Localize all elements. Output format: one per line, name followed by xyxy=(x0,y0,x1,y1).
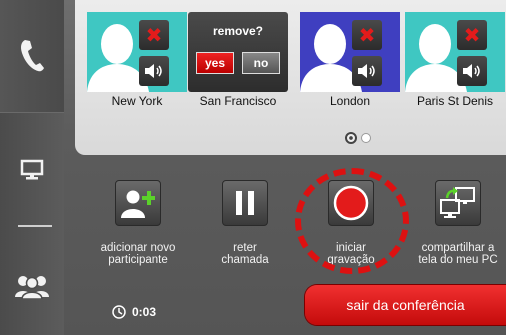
volume-button[interactable] xyxy=(457,56,487,86)
remove-confirm-dialog: remove? yes no xyxy=(188,12,288,92)
add-participant-button[interactable] xyxy=(115,180,161,226)
phone-icon[interactable] xyxy=(0,0,64,110)
participants-icon[interactable] xyxy=(0,258,64,314)
participant-strip: ✖ New York remove? yes no San Francisco xyxy=(75,0,506,155)
share-screen-button[interactable] xyxy=(435,180,481,226)
participant-name: Paris St Denis xyxy=(416,94,494,108)
remove-participant-button[interactable]: ✖ xyxy=(457,20,487,50)
page-dot-active[interactable] xyxy=(345,132,357,144)
participant-tile[interactable]: remove? yes no San Francisco xyxy=(188,12,288,116)
screen-share-icon[interactable] xyxy=(0,140,64,200)
remove-participant-button[interactable]: ✖ xyxy=(139,20,169,50)
page-indicator xyxy=(345,132,371,144)
volume-button[interactable] xyxy=(352,56,382,86)
avatar xyxy=(405,12,505,92)
remove-question: remove? xyxy=(212,24,264,38)
volume-button[interactable] xyxy=(139,56,169,86)
rail-separator xyxy=(18,225,52,227)
speaker-icon xyxy=(358,64,375,78)
participant-name: London xyxy=(329,94,371,108)
screen-share-icon xyxy=(440,187,475,218)
participant-tile[interactable]: ✖ London xyxy=(300,12,400,116)
call-timer: 0:03 xyxy=(112,305,156,319)
add-user-icon xyxy=(121,190,155,218)
hold-call-label: reter chamada xyxy=(221,242,269,266)
call-duration: 0:03 xyxy=(132,305,157,319)
share-screen-action: compartilhar a tela do meu PC xyxy=(403,180,506,270)
hold-call-action: reter chamada xyxy=(190,180,300,270)
remove-participant-button[interactable]: ✖ xyxy=(352,20,382,50)
speaker-icon xyxy=(463,64,480,78)
page-dot[interactable] xyxy=(361,133,371,143)
speaker-icon xyxy=(145,64,162,78)
leave-conference-button[interactable]: sair da conferência xyxy=(305,285,506,325)
clock-icon xyxy=(112,305,126,319)
recording-highlight-ring xyxy=(295,168,409,274)
hold-call-button[interactable] xyxy=(222,180,268,226)
add-participant-action: adicionar novo participante xyxy=(83,180,193,270)
confirm-yes-button[interactable]: yes xyxy=(196,52,234,74)
share-screen-label: compartilhar a tela do meu PC xyxy=(418,242,498,266)
pause-icon xyxy=(236,191,254,215)
add-participant-label: adicionar novo participante xyxy=(100,242,176,266)
participant-name: San Francisco xyxy=(199,94,277,108)
left-rail xyxy=(0,0,64,335)
close-icon: ✖ xyxy=(145,24,163,47)
close-icon: ✖ xyxy=(463,24,481,47)
avatar xyxy=(300,12,400,92)
confirm-no-button[interactable]: no xyxy=(242,52,280,74)
participant-tile[interactable]: ✖ New York xyxy=(87,12,187,116)
avatar xyxy=(87,12,187,92)
participant-tile[interactable]: ✖ Paris St Denis xyxy=(405,12,505,116)
close-icon: ✖ xyxy=(358,24,376,47)
